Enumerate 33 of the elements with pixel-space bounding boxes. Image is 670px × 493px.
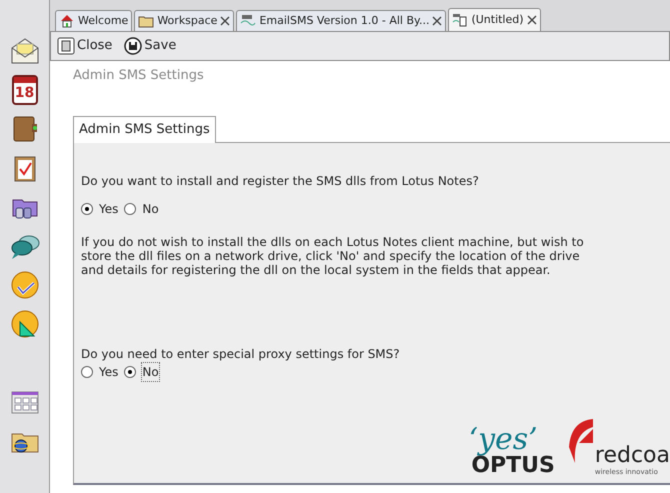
house-icon <box>59 13 75 29</box>
section-tab[interactable]: Admin SMS Settings <box>73 116 216 142</box>
floppy-disk-icon <box>124 37 142 55</box>
close-icon[interactable] <box>432 16 442 26</box>
radio-button[interactable] <box>81 366 93 378</box>
close-button[interactable]: Close <box>57 36 112 56</box>
document-tab[interactable]: Welcome <box>55 10 132 31</box>
save-button[interactable]: Save <box>124 36 176 56</box>
document-tab[interactable]: Workspace <box>134 10 234 31</box>
close-icon[interactable] <box>526 15 537 25</box>
document-tab[interactable]: EmailSMS Version 1.0 - All By... <box>236 10 446 31</box>
form-title: Admin SMS Settings <box>73 67 205 85</box>
document-tab[interactable]: (Untitled) <box>448 8 541 31</box>
close-icon[interactable] <box>220 16 230 26</box>
radio-label: No <box>142 362 159 380</box>
check-badge-icon[interactable] <box>10 270 40 300</box>
envelope-icon[interactable] <box>10 36 40 66</box>
logo-name: redcoa <box>594 444 670 466</box>
radio-button[interactable] <box>81 202 93 214</box>
radio-button[interactable] <box>124 202 136 214</box>
radio-label: Yes <box>99 364 118 380</box>
note-paragraph: If you do not wish to install the dlls on each Lotus Notes client machine, but wish to store the dll files on a network drive, click 'No' and specify the location of the drive and details for registering the dll on the local system in the fields that appear. <box>81 234 585 276</box>
document-exit-icon <box>57 37 75 55</box>
sms-document-icon <box>452 12 468 28</box>
calendar-icon[interactable]: 18 <box>12 75 38 105</box>
radio-button[interactable] <box>124 366 136 378</box>
set-square-badge-icon[interactable] <box>10 309 40 339</box>
radio-label: Yes <box>99 200 118 218</box>
question-text: Do you need to enter special proxy settings for SMS? <box>81 346 401 362</box>
radio-label: No <box>142 200 159 218</box>
logo-slogan: ‘yes’ <box>468 425 538 455</box>
logo-name: OPTUS <box>470 455 555 477</box>
question-text: Do you want to install and register the SMS dlls from Lotus Notes? <box>81 172 480 190</box>
